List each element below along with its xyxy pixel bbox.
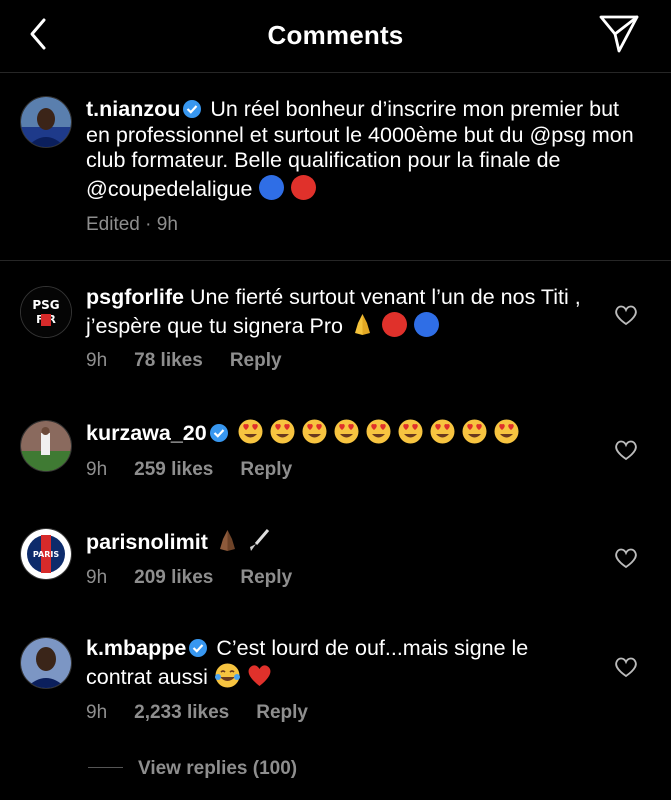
comment-meta: 9h 259 likes Reply [86, 459, 319, 481]
comment-text: k.mbappe C’est lourd de ouf...mais signe… [86, 636, 606, 690]
header-bar: Comments [0, 0, 671, 73]
heart-eyes-icon [238, 419, 263, 444]
avatar[interactable] [20, 637, 72, 689]
comment-text: kurzawa_20 [86, 418, 606, 447]
comment-meta: 9h 2,233 likes Reply [86, 702, 335, 724]
timestamp: 9h [86, 459, 108, 480]
avatar[interactable]: PARIS [20, 528, 72, 580]
view-replies-button[interactable]: View replies (100) [88, 758, 297, 780]
heart-eyes-icon [430, 419, 455, 444]
comment-text: psgforlife Une fierté surtout venant l’u… [86, 285, 606, 339]
heart-eyes-icon [398, 419, 423, 444]
red-circle-icon [381, 311, 407, 337]
username[interactable]: kurzawa_20 [86, 421, 207, 445]
heart-eyes-icon [334, 419, 359, 444]
verified-badge-icon [183, 100, 202, 118]
avatar[interactable] [20, 420, 72, 472]
view-replies-label: View replies (100) [138, 758, 298, 779]
tears-of-joy-icon [214, 663, 240, 687]
timestamp: 9h [86, 702, 108, 723]
timestamp: 9h [86, 567, 108, 588]
send-icon [599, 15, 639, 53]
share-button[interactable] [598, 14, 640, 54]
comment-body-cont: contrat aussi [86, 664, 208, 689]
comment-text: parisnolimit [86, 527, 606, 556]
likes-count[interactable]: 78 likes [134, 350, 203, 371]
username[interactable]: psgforlife [86, 285, 184, 309]
heart-icon[interactable] [614, 547, 638, 569]
page-title: Comments [267, 20, 404, 50]
caption-text: t.nianzou Un réel bonheur d’inscrire mon… [86, 97, 646, 202]
svg-text:PARIS: PARIS [33, 550, 59, 559]
reply-button[interactable]: Reply [240, 567, 292, 588]
timestamp: 9h [86, 350, 108, 371]
caption-meta: Edited · 9h [86, 214, 178, 235]
heart-eyes-icon [494, 419, 519, 444]
avatar[interactable]: PSG F R [20, 286, 72, 338]
avatar[interactable] [20, 96, 72, 148]
blue-circle-icon [259, 174, 285, 200]
emoji-row [237, 419, 525, 445]
likes-count[interactable]: 209 likes [134, 567, 213, 588]
username[interactable]: k.mbappe [86, 636, 186, 660]
heart-icon[interactable] [614, 304, 638, 326]
replies-divider [88, 767, 123, 768]
praying-hands-icon [354, 313, 370, 335]
likes-count[interactable]: 2,233 likes [134, 702, 229, 723]
red-heart-icon [248, 664, 271, 686]
reply-button[interactable]: Reply [256, 702, 308, 723]
verified-badge-icon [189, 639, 208, 657]
heart-eyes-icon [302, 419, 327, 444]
post-caption: t.nianzou Un réel bonheur d’inscrire mon… [0, 72, 671, 261]
reply-button[interactable]: Reply [230, 350, 282, 371]
praying-hands-icon [219, 530, 235, 551]
username[interactable]: t.nianzou [86, 97, 180, 121]
heart-eyes-icon [270, 419, 295, 444]
comment-body: C’est lourd de ouf...mais signe le [216, 636, 529, 660]
verified-badge-icon [209, 424, 228, 442]
comment-meta: 9h 209 likes Reply [86, 567, 319, 589]
heart-icon[interactable] [614, 439, 638, 461]
comment-meta: 9h 78 likes Reply [86, 350, 309, 372]
paintbrush-icon [249, 529, 269, 551]
red-circle-icon [291, 174, 317, 200]
heart-eyes-icon [462, 419, 487, 444]
likes-count[interactable]: 259 likes [134, 459, 213, 480]
blue-circle-icon [413, 311, 439, 337]
heart-icon[interactable] [614, 656, 638, 678]
reply-button[interactable]: Reply [240, 459, 292, 480]
heart-eyes-icon [366, 419, 391, 444]
username[interactable]: parisnolimit [86, 530, 208, 554]
svg-text:PSG: PSG [32, 298, 59, 312]
